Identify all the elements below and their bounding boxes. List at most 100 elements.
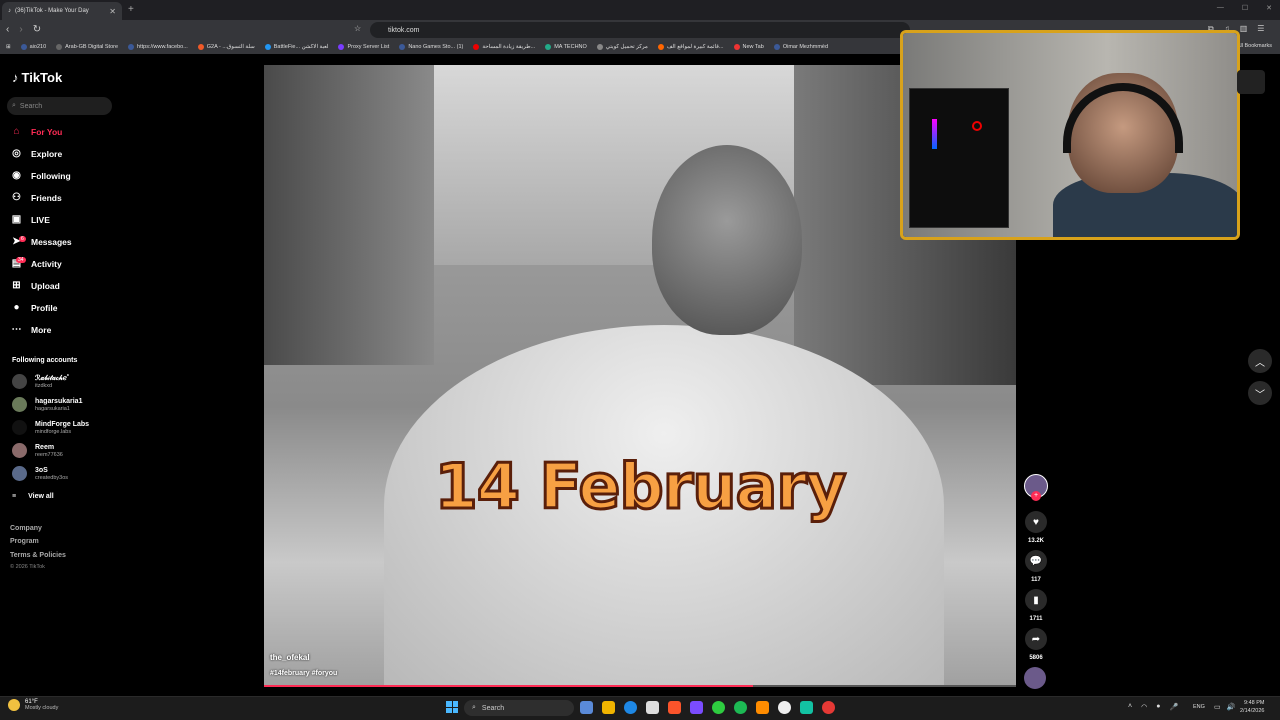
volume-icon[interactable]: 🔊: [1227, 703, 1236, 711]
close-tab-icon[interactable]: ✕: [109, 7, 116, 16]
like-action[interactable]: ♥ 13.2K: [1024, 511, 1048, 544]
cloud-app-icon[interactable]: [756, 701, 769, 714]
weather-widget[interactable]: 61°F Mostly cloudy: [8, 699, 58, 711]
save-count: 1711: [1029, 616, 1043, 622]
network-icon[interactable]: ▭: [1214, 703, 1221, 711]
following-icon: ◉: [12, 170, 21, 181]
sidepanel-icon[interactable]: ▥: [1240, 24, 1248, 34]
chevron-up-icon[interactable]: ˄: [1128, 703, 1132, 711]
chevron-down-icon: ﹀: [1255, 389, 1265, 401]
comment-icon[interactable]: 💬: [1025, 550, 1047, 572]
video-progress-bar[interactable]: [264, 685, 1016, 687]
app-icon[interactable]: [778, 701, 791, 714]
menu-icon[interactable]: ☰: [1257, 24, 1264, 34]
tiktok-favicon-icon: ♪: [8, 8, 11, 14]
spotify-icon[interactable]: [734, 701, 747, 714]
video-hashtags[interactable]: #14february #foryou: [270, 670, 337, 677]
wifi-icon[interactable]: ◠: [1141, 703, 1147, 711]
language-indicator[interactable]: ENG: [1193, 704, 1205, 710]
account-item[interactable]: MindForge Labs mindforge.labs: [12, 420, 89, 435]
account-item[interactable]: ℛ𝒶𝒷𝒾𝓉𝒶𝒸𝒽ℯ˚ itzdkxd: [12, 374, 69, 389]
nav-for-you[interactable]: ⌂ For You: [10, 125, 62, 138]
weather-cloud-icon: [8, 699, 20, 711]
system-tray: ˄ ◠ ● 🎤: [1128, 703, 1178, 711]
all-bookmarks-button[interactable]: All Bookmarks: [1237, 43, 1272, 49]
bookmark-item[interactable]: BattleFie... لعبة الاكشن: [264, 44, 328, 50]
nav-live[interactable]: ▣ LIVE: [10, 213, 50, 226]
video-author[interactable]: the_ofekal: [270, 653, 310, 662]
account-item[interactable]: 3oS createdby3os: [12, 466, 68, 481]
nav-following[interactable]: ◉ Following: [10, 169, 71, 182]
share-icon[interactable]: ➦: [1025, 628, 1047, 650]
bookmark-item[interactable]: Oimar Mezhmmèd: [773, 44, 828, 50]
account-item[interactable]: hagarsukaria1 hagarsukaria1: [12, 397, 82, 412]
tiktok-logo[interactable]: ♪ TikTok: [12, 70, 62, 85]
tab-title: (36)TikTok - Make Your Day: [15, 8, 89, 14]
next-video-button[interactable]: ﹀: [1248, 381, 1272, 405]
app-tray-icon[interactable]: ●: [1156, 703, 1160, 711]
bookmark-icon[interactable]: ▮: [1025, 589, 1047, 611]
compass-icon: ◎: [12, 148, 21, 159]
comment-action[interactable]: 💬 117: [1024, 550, 1048, 583]
bookmark-item[interactable]: Proxy Server List: [338, 44, 389, 50]
windows-taskbar: [0, 696, 1280, 720]
bookmark-item[interactable]: aio210: [20, 44, 46, 50]
app-icon[interactable]: [800, 701, 813, 714]
list-icon: ≡: [12, 493, 17, 500]
comment-count: 117: [1031, 577, 1041, 583]
previous-video-button[interactable]: ︿: [1248, 349, 1272, 373]
bookmark-item[interactable]: MA TECHNO: [545, 44, 587, 50]
start-button[interactable]: [446, 701, 458, 713]
discord-icon[interactable]: [690, 701, 703, 714]
minimize-icon[interactable]: —: [1217, 4, 1224, 12]
nav-explore[interactable]: ◎ Explore: [10, 147, 62, 160]
bookmark-item[interactable]: مركز تحميل كويتي: [596, 44, 648, 50]
edge-icon[interactable]: [624, 701, 637, 714]
new-tab-button[interactable]: +: [128, 4, 134, 15]
apps-icon[interactable]: ⊞: [6, 44, 11, 50]
xbox-icon[interactable]: [712, 701, 725, 714]
nav-upload[interactable]: ⊞ Upload: [10, 279, 60, 292]
clock[interactable]: 9:48 PM 2/14/2026: [1240, 699, 1264, 715]
heart-icon[interactable]: ♥: [1025, 511, 1047, 533]
nav-friends[interactable]: ⚇ Friends: [10, 191, 62, 204]
save-action[interactable]: ▮ 1711: [1024, 589, 1048, 622]
microphone-icon[interactable]: 🎤: [1169, 703, 1178, 711]
bookmark-item[interactable]: G2A - ...سلة التسوق: [197, 44, 255, 50]
reload-icon[interactable]: ↻: [33, 24, 41, 35]
avatar: [12, 466, 27, 481]
taskbar-search[interactable]: ⌕ Search: [464, 700, 574, 716]
extension-popup-icon[interactable]: [1237, 70, 1265, 94]
footer-terms[interactable]: Terms & Policies: [10, 552, 66, 559]
video-overlay-text: 14 February: [433, 449, 848, 525]
bookmark-item[interactable]: Nano Games Sto... (1): [399, 44, 463, 50]
bookmark-item[interactable]: قائمة كبيرة لمواقع الف...: [657, 44, 724, 50]
follow-plus-icon[interactable]: +: [1031, 491, 1041, 501]
copilot-icon[interactable]: [580, 701, 593, 714]
maximize-icon[interactable]: ☐: [1242, 4, 1248, 12]
nav-more[interactable]: ⋯ More: [10, 323, 52, 336]
store-icon[interactable]: [646, 701, 659, 714]
bookmark-item[interactable]: https://www.facebo...: [128, 44, 188, 50]
music-disc-icon[interactable]: [1024, 667, 1046, 689]
browser-tab[interactable]: ♪ (36)TikTok - Make Your Day ✕: [2, 2, 122, 20]
obs-icon[interactable]: [822, 701, 835, 714]
view-all-button[interactable]: ≡ View all: [12, 493, 54, 500]
friends-icon: ⚇: [12, 192, 21, 203]
bookmark-page-icon[interactable]: ☆: [354, 24, 361, 33]
footer-company[interactable]: Company: [10, 525, 42, 532]
footer-program[interactable]: Program: [10, 538, 39, 545]
search-input[interactable]: ⌕ Search: [7, 97, 112, 115]
forward-icon[interactable]: ›: [19, 24, 22, 35]
brave-icon[interactable]: [668, 701, 681, 714]
back-icon[interactable]: ‹: [6, 24, 9, 35]
share-action[interactable]: ➦ 5806: [1024, 628, 1048, 661]
nav-profile[interactable]: ● Profile: [10, 301, 57, 314]
bookmark-item[interactable]: طريقة زيادة المساحة...: [473, 44, 535, 50]
address-bar[interactable]: tiktok.com: [370, 22, 910, 38]
bookmark-item[interactable]: Arab-GB Digital Store: [56, 44, 118, 50]
account-item[interactable]: Reem reem77636: [12, 443, 63, 458]
file-explorer-icon[interactable]: [602, 701, 615, 714]
bookmark-item[interactable]: New Tab: [733, 44, 764, 50]
close-window-icon[interactable]: ✕: [1266, 4, 1272, 12]
